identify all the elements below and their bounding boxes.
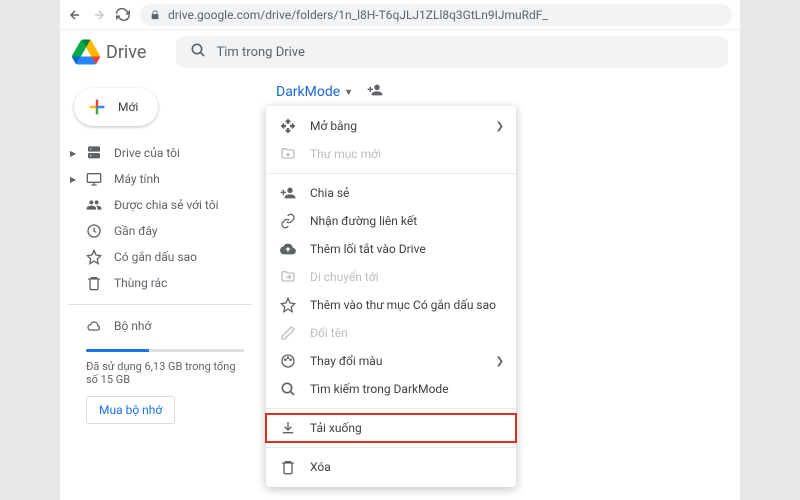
sidebar-item-computers[interactable]: ▶ Máy tính: [68, 166, 252, 192]
menu-new-folder: Thư mục mới: [266, 140, 516, 168]
share-people-icon[interactable]: [367, 82, 383, 102]
browser-toolbar: drive.google.com/drive/folders/1n_l8H-T6…: [60, 0, 740, 30]
menu-delete[interactable]: Xóa: [266, 453, 516, 481]
menu-get-link[interactable]: Nhận đường liên kết: [266, 207, 516, 235]
sidebar-item-starred[interactable]: Có gắn dấu sao: [68, 244, 252, 270]
new-folder-icon: [280, 146, 296, 162]
move-icon: [280, 269, 296, 285]
context-menu: Mở bằng ❯ Thư mục mới Chia sẻ Nhận đường…: [266, 106, 516, 487]
app-header: Drive Tìm trong Drive: [60, 30, 740, 74]
shortcut-icon: [280, 241, 296, 257]
chevron-right-icon: ❯: [496, 356, 504, 367]
sidebar-item-recent[interactable]: Gần đây: [68, 218, 252, 244]
pencil-icon: [280, 325, 296, 341]
sidebar-item-label: Gần đây: [114, 224, 158, 238]
sidebar: Mới ▶ Drive của tôi ▶ Máy tính Được chia…: [60, 74, 260, 500]
menu-add-starred[interactable]: Thêm vào thư mục Có gắn dấu sao: [266, 291, 516, 319]
buy-storage-button[interactable]: Mua bộ nhớ: [86, 396, 175, 424]
people-icon: [86, 197, 102, 213]
caret-icon: ▶: [70, 175, 76, 184]
open-with-icon: [280, 118, 296, 134]
menu-add-shortcut[interactable]: Thêm lối tắt vào Drive: [266, 235, 516, 263]
star-icon: [280, 297, 296, 313]
breadcrumb-current[interactable]: DarkMode ▼: [276, 84, 353, 100]
search-bar[interactable]: Tìm trong Drive: [176, 36, 728, 68]
new-button[interactable]: Mới: [74, 88, 158, 126]
app-name: Drive: [106, 42, 146, 63]
address-bar[interactable]: drive.google.com/drive/folders/1n_l8H-T6…: [140, 4, 732, 26]
storage-bar: [86, 349, 244, 352]
clock-icon: [86, 223, 102, 239]
caret-icon: ▶: [70, 149, 76, 158]
menu-download[interactable]: Tải xuống: [266, 414, 516, 442]
star-icon: [86, 249, 102, 265]
back-icon[interactable]: [68, 8, 82, 22]
menu-open-with[interactable]: Mở bằng ❯: [266, 112, 516, 140]
lock-icon: [150, 10, 160, 20]
menu-change-color[interactable]: Thay đổi màu ❯: [266, 347, 516, 375]
sidebar-item-storage[interactable]: Bộ nhớ: [68, 313, 252, 339]
breadcrumb: DarkMode ▼: [276, 82, 724, 102]
menu-move-to: Di chuyển tới: [266, 263, 516, 291]
storage-label: Bộ nhớ: [114, 319, 151, 333]
forward-icon[interactable]: [92, 8, 106, 22]
search-placeholder: Tìm trong Drive: [216, 45, 304, 60]
chevron-down-icon: ▼: [344, 87, 353, 98]
cloud-icon: [86, 318, 102, 334]
sidebar-item-label: Được chia sẻ với tôi: [114, 198, 219, 212]
trash-icon: [86, 275, 102, 291]
new-button-label: Mới: [118, 100, 138, 114]
search-icon: [190, 42, 206, 62]
drive-logo[interactable]: Drive: [72, 38, 146, 66]
url-text: drive.google.com/drive/folders/1n_l8H-T6…: [168, 8, 548, 22]
palette-icon: [280, 353, 296, 369]
sidebar-item-label: Có gắn dấu sao: [114, 250, 197, 264]
sidebar-item-shared[interactable]: Được chia sẻ với tôi: [68, 192, 252, 218]
download-icon: [280, 420, 296, 436]
reload-icon[interactable]: [116, 8, 130, 22]
sidebar-item-label: Thùng rác: [114, 276, 167, 290]
menu-search-in[interactable]: Tìm kiếm trong DarkMode: [266, 375, 516, 403]
trash-icon: [280, 459, 296, 475]
sidebar-item-trash[interactable]: Thùng rác: [68, 270, 252, 296]
chevron-right-icon: ❯: [496, 121, 504, 132]
menu-share[interactable]: Chia sẻ: [266, 179, 516, 207]
storage-text: Đã sử dụng 6,13 GB trong tổng số 15 GB: [86, 360, 244, 386]
computer-icon: [86, 171, 102, 187]
sidebar-item-label: Drive của tôi: [114, 146, 180, 160]
content-area: DarkMode ▼ Mở bằng ❯ Thư mục mới: [260, 74, 740, 500]
search-icon: [280, 381, 296, 397]
sidebar-item-mydrive[interactable]: ▶ Drive của tôi: [68, 140, 252, 166]
sidebar-item-label: Máy tính: [114, 172, 160, 186]
menu-rename: Đổi tên: [266, 319, 516, 347]
person-add-icon: [280, 185, 296, 201]
link-icon: [280, 213, 296, 229]
plus-icon: [86, 96, 108, 118]
drive-icon: [86, 145, 102, 161]
